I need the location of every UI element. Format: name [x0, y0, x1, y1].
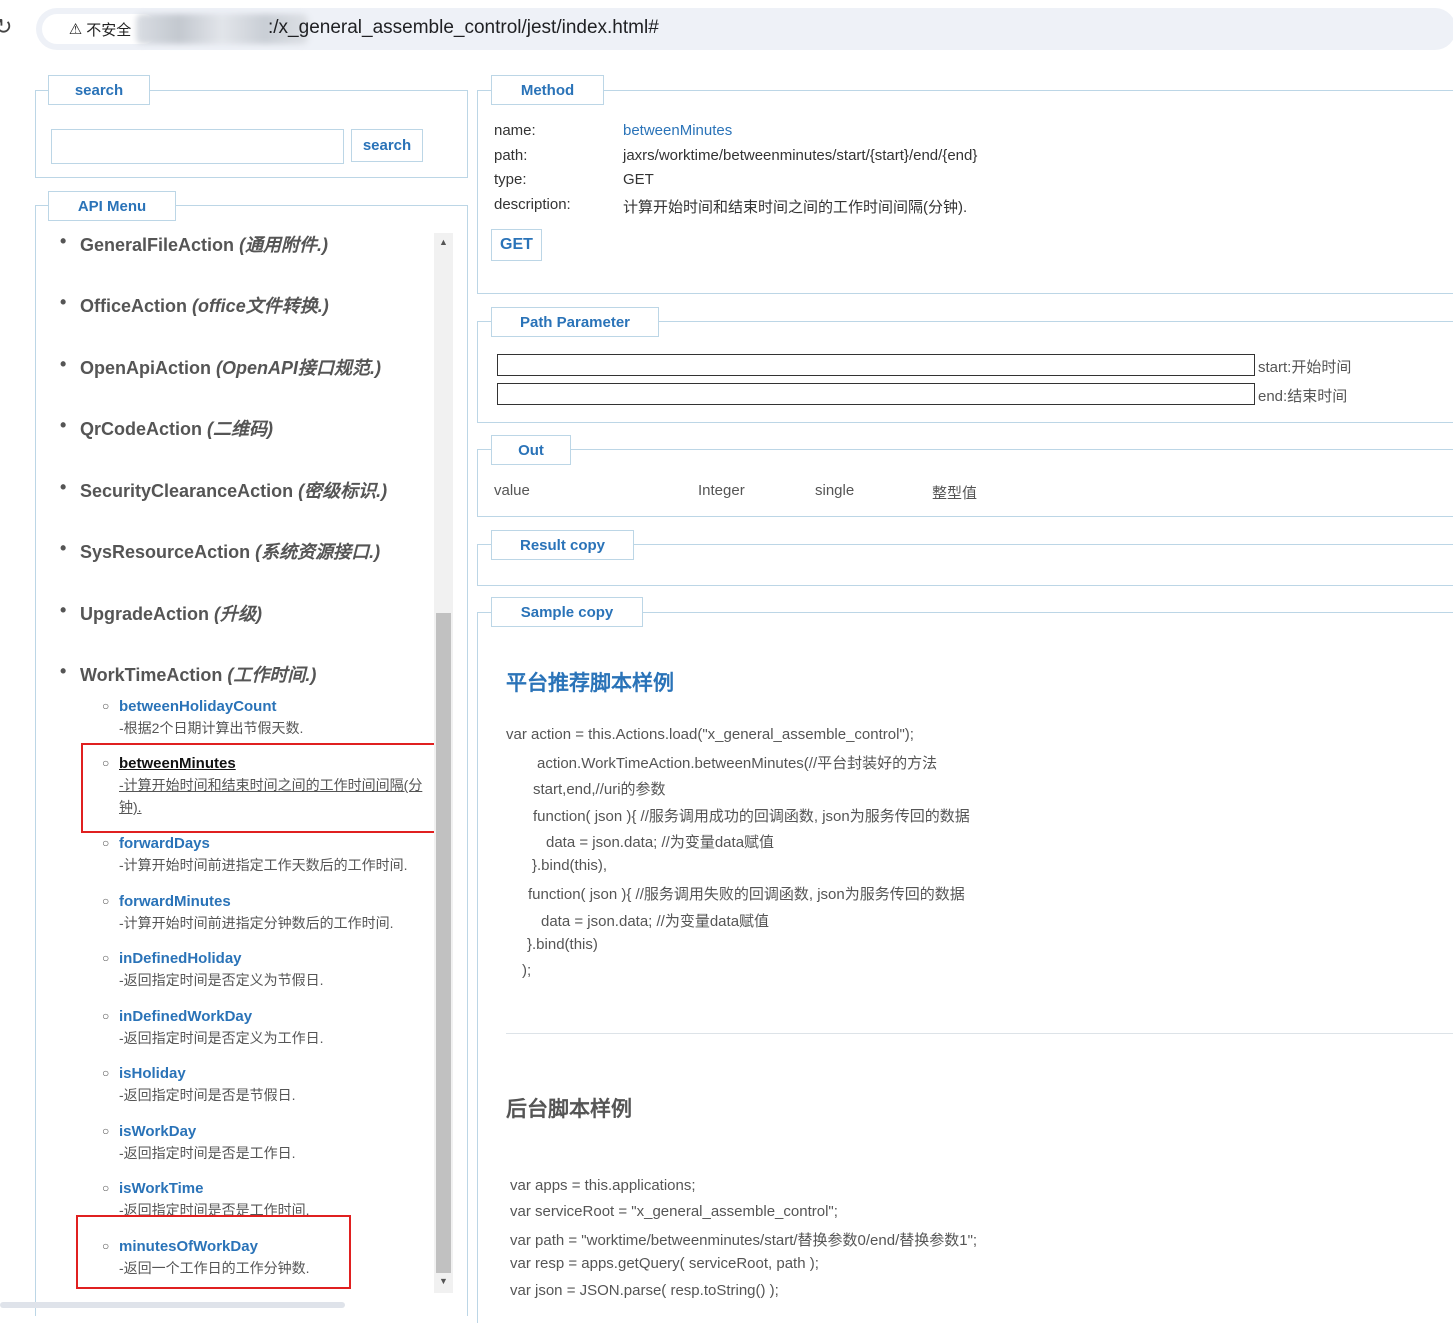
scroll-down-arrow-icon[interactable]: ▼ — [439, 1276, 448, 1286]
code-line: data = json.data; //为变量data赋值 — [546, 834, 775, 851]
out-legend: Out — [491, 435, 571, 465]
description-label: description: — [494, 196, 571, 213]
menu-item-sysresourceaction[interactable]: • SysResourceAction (系统资源接口.) — [60, 538, 380, 564]
code-line: start,end,//uri的参数 — [533, 781, 666, 798]
security-label: 不安全 — [86, 21, 132, 39]
search-input[interactable] — [51, 129, 344, 164]
api-menu-legend: API Menu — [48, 191, 176, 221]
search-legend: search — [48, 75, 150, 105]
scroll-up-arrow-icon[interactable]: ▲ — [439, 237, 448, 247]
method-path: jaxrs/worktime/betweenminutes/start/{sta… — [623, 147, 978, 164]
path-label: path: — [494, 147, 528, 164]
circle-bullet-icon: ○ — [102, 1181, 110, 1195]
type-label: type: — [494, 171, 527, 188]
menu-scrollbar[interactable]: ▲ ▼ — [434, 233, 453, 1293]
code-line: function( json ){ //服务调用失败的回调函数, json为服务… — [528, 886, 965, 903]
code-line: var action = this.Actions.load("x_genera… — [506, 726, 914, 743]
scrollbar-thumb[interactable] — [436, 613, 451, 1273]
reload-icon[interactable]: ↻ — [0, 14, 12, 40]
circle-bullet-icon: ○ — [102, 836, 110, 850]
highlight-box-betweenminutes — [81, 743, 444, 833]
menu-item-officeaction[interactable]: • OfficeAction (office文件转换.) — [60, 292, 329, 318]
code-line: function( json ){ //服务调用成功的回调函数, json为服务… — [533, 808, 970, 825]
menu-item-openapiaction[interactable]: • OpenApiAction (OpenAPI接口规范.) — [60, 354, 381, 380]
method-description: 计算开始时间和结束时间之间的工作时间间隔(分钟). — [623, 199, 968, 216]
sub-item-indefinedholiday[interactable]: ○ inDefinedHoliday -返回指定时间是否定义为节假日. — [102, 949, 434, 991]
frontend-sample-title: 平台推荐脚本样例 — [506, 672, 674, 695]
end-param-label: end:结束时间 — [1258, 388, 1348, 405]
result-copy-legend[interactable]: Result copy — [491, 530, 634, 560]
menu-item-upgradeaction[interactable]: • UpgradeAction (升级) — [60, 600, 262, 626]
method-name: betweenMinutes — [623, 122, 733, 139]
sub-item-isworkday[interactable]: ○ isWorkDay -返回指定时间是否是工作日. — [102, 1122, 434, 1164]
out-type: Integer — [698, 482, 745, 499]
sub-item-isholiday[interactable]: ○ isHoliday -返回指定时间是否是节假日. — [102, 1064, 434, 1106]
method-panel — [477, 90, 1453, 294]
code-line: }.bind(this) — [527, 936, 598, 953]
section-divider — [506, 1033, 1453, 1034]
circle-bullet-icon: ○ — [102, 951, 110, 965]
name-label: name: — [494, 122, 536, 139]
horizontal-scrollbar[interactable] — [0, 1302, 345, 1308]
sub-item-forwardminutes[interactable]: ○ forwardMinutes -计算开始时间前进指定分钟数后的工作时间. — [102, 892, 434, 934]
code-line: ); — [522, 962, 532, 979]
circle-bullet-icon: ○ — [102, 1124, 110, 1138]
warning-icon: ⚠ — [68, 21, 83, 38]
sub-item-forwarddays[interactable]: ○ forwardDays -计算开始时间前进指定工作天数后的工作时间. — [102, 834, 434, 876]
menu-item-generalfileaction[interactable]: • GeneralFileAction (通用附件.) — [60, 231, 328, 257]
search-button[interactable]: search — [351, 129, 423, 162]
out-multiplicity: single — [815, 482, 855, 499]
highlight-box-minutesofworkday — [76, 1215, 351, 1289]
url-text: :/x_general_assemble_control/jest/index.… — [268, 17, 659, 38]
menu-item-worktimeaction[interactable]: • WorkTimeAction (工作时间.) — [60, 661, 316, 687]
start-param-input[interactable] — [497, 354, 1255, 376]
url-box[interactable]: ⚠ 不安全 :/x_general_assemble_control/jest/… — [36, 8, 1453, 50]
code-line: var apps = this.applications; — [510, 1177, 696, 1194]
circle-bullet-icon: ○ — [102, 1066, 110, 1080]
get-button[interactable]: GET — [491, 229, 542, 261]
end-param-input[interactable] — [497, 383, 1255, 405]
circle-bullet-icon: ○ — [102, 699, 110, 713]
out-description: 整型值 — [932, 485, 978, 502]
code-line: }.bind(this), — [532, 857, 608, 874]
circle-bullet-icon: ○ — [102, 1009, 110, 1023]
sub-item-betweenholidaycount[interactable]: ○ betweenHolidayCount -根据2个日期计算出节假天数. — [102, 697, 434, 739]
code-line: var serviceRoot = "x_general_assemble_co… — [510, 1203, 838, 1220]
code-line: var path = "worktime/betweenminutes/star… — [510, 1232, 978, 1249]
code-line: action.WorkTimeAction.betweenMinutes(//平… — [537, 755, 938, 772]
sample-copy-legend[interactable]: Sample copy — [491, 597, 643, 627]
code-line: data = json.data; //为变量data赋值 — [541, 913, 770, 930]
code-line: var json = JSON.parse( resp.toString() )… — [510, 1282, 779, 1299]
menu-item-qrcodeaction[interactable]: • QrCodeAction (二维码) — [60, 415, 273, 441]
path-parameter-legend: Path Parameter — [491, 307, 659, 337]
start-param-label: start:开始时间 — [1258, 359, 1352, 376]
circle-bullet-icon: ○ — [102, 894, 110, 908]
backend-sample-title: 后台脚本样例 — [506, 1098, 632, 1121]
out-name: value — [494, 482, 530, 499]
code-line: var resp = apps.getQuery( serviceRoot, p… — [510, 1255, 819, 1272]
method-type: GET — [623, 171, 654, 188]
browser-address-bar: ↻ ⚠ 不安全 :/x_general_assemble_control/jes… — [0, 0, 1453, 60]
sub-item-indefinedworkday[interactable]: ○ inDefinedWorkDay -返回指定时间是否定义为工作日. — [102, 1007, 434, 1049]
menu-item-securityclearanceaction[interactable]: • SecurityClearanceAction (密级标识.) — [60, 477, 387, 503]
method-legend: Method — [491, 75, 604, 105]
